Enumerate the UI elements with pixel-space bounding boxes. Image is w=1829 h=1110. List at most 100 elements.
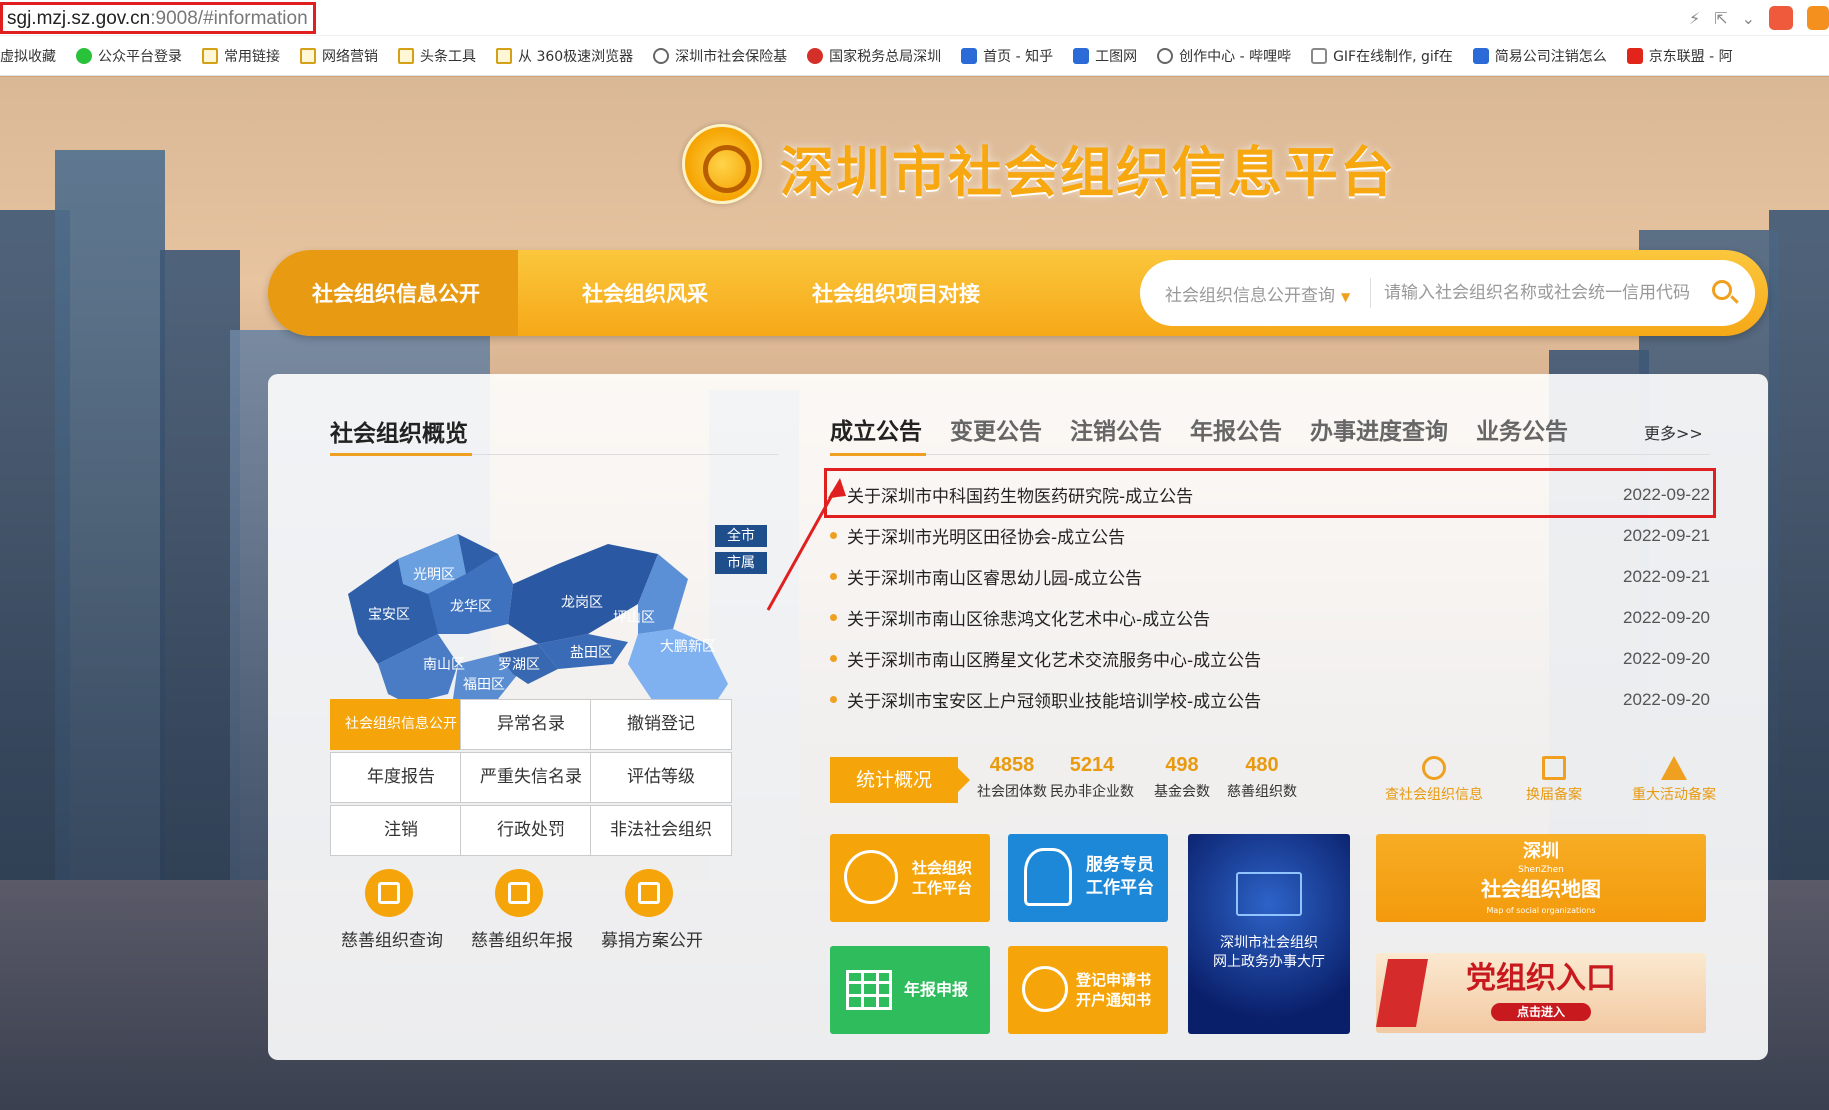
search-input[interactable]: [1384, 276, 1704, 310]
wechat-icon: [76, 47, 92, 64]
map-label-baoan: 宝安区: [368, 607, 410, 623]
tab-progress[interactable]: 办事进度查询: [1310, 412, 1448, 446]
tab-cancel[interactable]: 注销公告: [1070, 412, 1162, 446]
notice-item[interactable]: 关于深圳市南山区睿思幼儿园-成立公告 2022-09-21: [830, 556, 1710, 597]
share-icon[interactable]: ⇱: [1714, 9, 1727, 28]
laptop-icon: [1236, 872, 1302, 916]
circle-link-label[interactable]: 募捐方案公开: [601, 926, 703, 951]
bookmark-item[interactable]: 从 360极速浏览器: [496, 46, 633, 66]
search-icon: [1422, 756, 1446, 780]
game-extension-icon[interactable]: [1807, 6, 1829, 30]
notice-item[interactable]: 关于深圳市南山区徐悲鸿文化艺术中心-成立公告 2022-09-20: [830, 597, 1710, 638]
translate-extension-icon[interactable]: [1769, 6, 1793, 30]
map-district-longgang[interactable]: [508, 544, 658, 644]
stats-tag: 统计概况: [830, 757, 970, 803]
notice-title: 关于深圳市南山区腾星文化艺术交流服务中心-成立公告: [847, 651, 1262, 671]
tile-work-platform[interactable]: 社会组织 工作平台: [830, 834, 990, 922]
grid-button[interactable]: 注销: [330, 805, 472, 856]
tile-service-commissioner[interactable]: 服务专员 工作平台: [1008, 834, 1168, 922]
address-bar: sgj.mzj.sz.gov.cn:9008/#information ⚡ ⇱ …: [0, 0, 1829, 36]
tile-annual-report[interactable]: 年报申报: [830, 946, 990, 1034]
notice-item[interactable]: 关于深圳市光明区田径协会-成立公告 2022-09-21: [830, 515, 1710, 556]
nav-item-style[interactable]: 社会组织风采: [582, 278, 708, 308]
bookmark-item[interactable]: 简易公司注销怎么: [1472, 46, 1607, 66]
bookmark-item[interactable]: 首页 - 知乎: [961, 46, 1053, 66]
notice-title: 关于深圳市南山区徐悲鸿文化艺术中心-成立公告: [847, 610, 1211, 630]
map-label-dapeng: 大鹏新区: [660, 639, 716, 655]
headset-icon: [1022, 966, 1068, 1012]
tab-change[interactable]: 变更公告: [950, 412, 1042, 446]
bookmark-item[interactable]: 公众平台登录: [76, 46, 182, 66]
bookmark-item[interactable]: 常用链接: [202, 46, 280, 66]
grid-button[interactable]: 评估等级: [590, 752, 732, 803]
notice-item[interactable]: 关于深圳市南山区腾星文化艺术交流服务中心-成立公告 2022-09-20: [830, 638, 1710, 679]
search-category-select[interactable]: 社会组织信息公开查询 ▼: [1165, 281, 1350, 306]
tile-register-forms[interactable]: 登记申请书 开户通知书: [1008, 946, 1168, 1034]
tab-annual[interactable]: 年报公告: [1190, 412, 1282, 446]
notice-date: 2022-09-21: [1623, 566, 1710, 586]
bullet-dot: [830, 655, 837, 662]
stat-item: 5214 民办非企业数: [1040, 754, 1144, 801]
circle-link-icon[interactable]: [625, 869, 673, 917]
jd-icon: [1626, 47, 1643, 64]
tax-icon: [807, 47, 824, 64]
search-icon[interactable]: [1712, 280, 1732, 300]
bookmark-item[interactable]: 网络营销: [300, 46, 378, 66]
tab-establish[interactable]: 成立公告: [830, 412, 922, 446]
bookmark-item[interactable]: 京东联盟 - 阿: [1626, 46, 1733, 66]
bookmark-item[interactable]: 工图网: [1073, 46, 1137, 66]
stat-label: 民办非企业数: [1050, 784, 1134, 800]
bookmark-item[interactable]: 创作中心 - 哔哩哔: [1157, 46, 1291, 66]
bank-icon: [1542, 756, 1566, 780]
party-enter-button[interactable]: 点击进入: [1491, 1003, 1591, 1022]
map-label-futian: 福田区: [463, 677, 505, 693]
grid-button[interactable]: 社会组织信息公开: [330, 699, 472, 750]
notice-title: 关于深圳市宝安区上户冠领职业技能培训学校-成立公告: [847, 692, 1262, 712]
grid-button[interactable]: 严重失信名录: [460, 752, 602, 803]
tile-org-map[interactable]: 深圳 ShenZhen 社会组织地图 Map of social organiz…: [1376, 834, 1706, 922]
bookmark-item[interactable]: 深圳市社会保险基: [653, 46, 787, 66]
chevron-down-icon[interactable]: ⌄: [1742, 9, 1755, 28]
grid-button[interactable]: 非法社会组织: [590, 805, 732, 856]
circle-link-label[interactable]: 慈善组织查询: [341, 926, 443, 951]
grid-button[interactable]: 年度报告: [330, 752, 472, 803]
circle-link-label[interactable]: 慈善组织年报: [471, 926, 573, 951]
table-icon: [846, 970, 892, 1010]
tab-business[interactable]: 业务公告: [1476, 412, 1568, 446]
bookmark-item[interactable]: 国家税务总局深圳: [807, 46, 941, 66]
grid-button[interactable]: 行政处罚: [460, 805, 602, 856]
lightning-icon[interactable]: ⚡: [1689, 9, 1700, 28]
url-field[interactable]: sgj.mzj.sz.gov.cn:9008/#information: [0, 2, 316, 34]
map-label-luohu: 罗湖区: [498, 657, 540, 673]
bookmarks-bar: 虚拟收藏 公众平台登录 常用链接 网络营销 头条工具从 360极速浏览器 深圳市社会保险基…: [0, 36, 1829, 76]
bookmark-item[interactable]: GIF在线制作, gif在: [1311, 46, 1453, 66]
annotation-arrow: [766, 478, 846, 611]
grid-button[interactable]: 异常名录: [460, 699, 602, 750]
case-icon: [1073, 47, 1090, 64]
map-label-longhua: 龙华区: [450, 599, 492, 615]
stat-item: 480 慈善组织数: [1210, 754, 1314, 801]
tile-party-entrance[interactable]: 党组织入口 点击进入: [1376, 953, 1706, 1033]
map-label-longgang: 龙岗区: [561, 595, 603, 611]
circle-link-icon[interactable]: [365, 869, 413, 917]
quick-reelection[interactable]: 换届备案: [1494, 756, 1614, 804]
zhihu-icon: [961, 47, 978, 64]
more-link[interactable]: 更多>>: [1644, 420, 1703, 444]
nav-item-info[interactable]: 社会组织信息公开: [312, 278, 480, 308]
circle-link-icon[interactable]: [495, 869, 543, 917]
notice-title: 关于深圳市南山区睿思幼儿园-成立公告: [847, 569, 1143, 589]
main-nav: 社会组织信息公开 社会组织风采 社会组织项目对接 社会组织信息公开查询 ▼: [268, 250, 1768, 336]
grid-button[interactable]: 撤销登记: [590, 699, 732, 750]
notice-item[interactable]: 关于深圳市中科国药生物医药研究院-成立公告 2022-09-22: [824, 468, 1716, 518]
notice-item[interactable]: 关于深圳市宝安区上户冠领职业技能培训学校-成立公告 2022-09-20: [830, 679, 1710, 720]
main-panel: 社会组织概览 光明区 宝安区 龙华区 龙岗区 坪山区 盐田区 大鹏新区 南山区 …: [268, 374, 1768, 1060]
quick-major-event[interactable]: 重大活动备案: [1614, 756, 1734, 804]
map-label-nanshan: 南山区: [423, 657, 465, 673]
quick-search-org[interactable]: 查社会组织信息: [1374, 756, 1494, 804]
tile-online-hall[interactable]: 深圳市社会组织 网上政务办事大厅: [1188, 834, 1350, 1034]
site-logo[interactable]: [682, 124, 762, 204]
nav-item-project[interactable]: 社会组织项目对接: [812, 278, 980, 308]
notice-list: 关于深圳市中科国药生物医药研究院-成立公告 2022-09-22 关于深圳市光明区田…: [824, 468, 1716, 720]
bookmark-item[interactable]: 虚拟收藏: [0, 46, 56, 66]
bookmark-item[interactable]: 头条工具: [398, 46, 476, 66]
